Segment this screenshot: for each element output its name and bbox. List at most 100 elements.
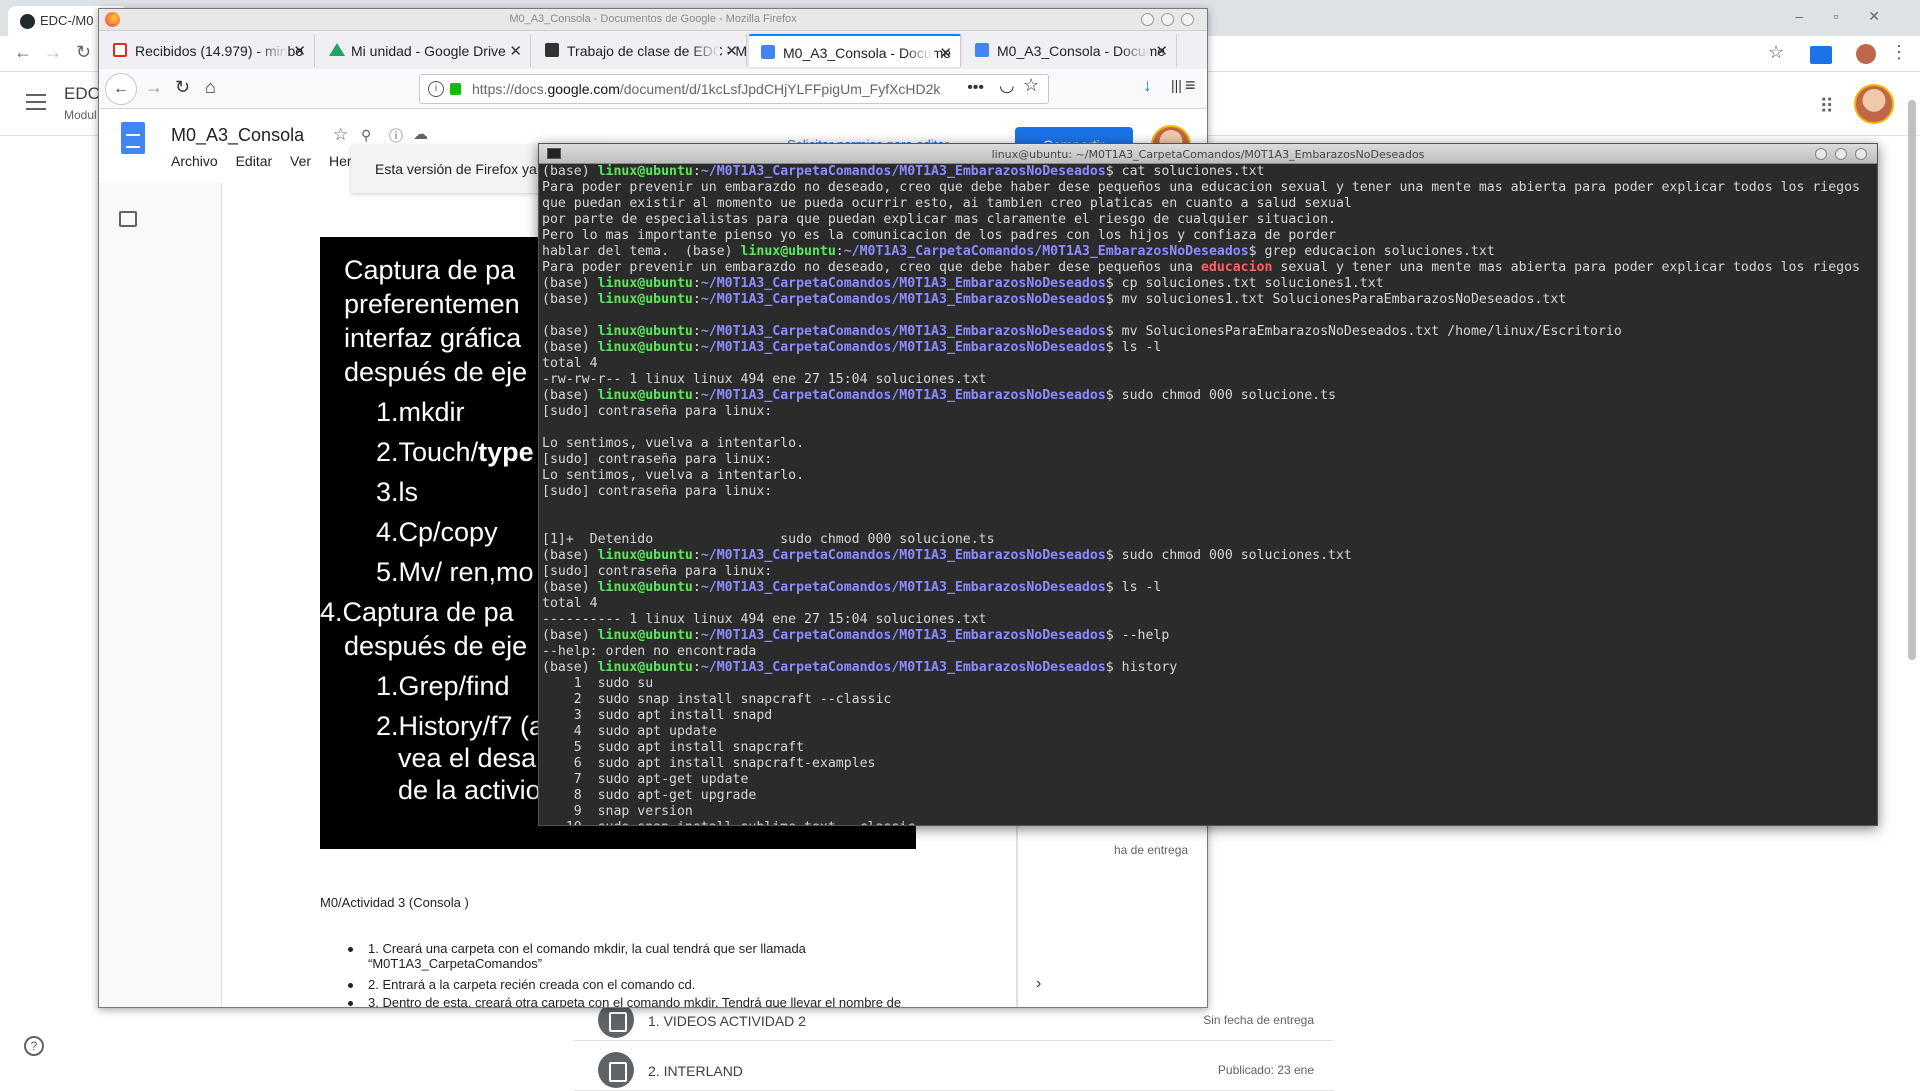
prompt-path: ~/M0T1A3_CarpetaComandos/M0T1A3_Embarazo… xyxy=(700,164,1106,179)
slide-text: 2.Touch/ xyxy=(376,437,479,467)
info-icon[interactable]: i xyxy=(428,81,444,97)
slide-text: Captura de pa xyxy=(344,255,516,285)
background-window-controls[interactable]: –▫✕ xyxy=(1796,8,1910,25)
back-arrow-icon[interactable]: ← xyxy=(14,42,32,63)
bookmark-star-icon[interactable]: ☆ xyxy=(1768,42,1784,63)
download-icon[interactable]: ↓ xyxy=(1143,75,1152,96)
minimize-icon[interactable] xyxy=(1141,13,1154,26)
terminal-line: Para poder prevenir un embarazdo no dese… xyxy=(542,260,1877,276)
tab-fade xyxy=(690,34,720,67)
tab-gmail[interactable]: Recibidos (14.979) - minbo ✕ xyxy=(101,34,315,67)
terminal-title-bar[interactable]: linux@ubuntu: ~/M0T1A3_CarpetaComandos/M… xyxy=(539,144,1877,164)
terminal-output[interactable]: (base) linux@ubuntu:~/M0T1A3_CarpetaComa… xyxy=(541,164,1877,825)
reload-icon[interactable]: ↻ xyxy=(76,42,91,63)
close-tab-icon[interactable]: ✕ xyxy=(1155,42,1168,60)
maximize-icon[interactable] xyxy=(1161,13,1174,26)
prompt-sep: : xyxy=(692,276,701,291)
back-arrow-icon[interactable]: ← xyxy=(105,73,137,105)
terminal-line: [1]+ Detenido sudo chmod 000 solucione.t… xyxy=(542,532,1877,548)
close-tab-icon[interactable]: ✕ xyxy=(509,42,522,60)
reload-icon[interactable]: ↻ xyxy=(175,77,190,98)
terminal-line: (base) linux@ubuntu:~/M0T1A3_CarpetaComa… xyxy=(542,548,1877,564)
info-icon[interactable]: ⓘ xyxy=(389,126,403,146)
classwork-due: Sin fecha de entrega xyxy=(1203,1013,1314,1027)
close-tab-icon[interactable]: ✕ xyxy=(293,42,306,60)
forward-arrow-icon[interactable]: → xyxy=(44,42,62,63)
close-icon[interactable] xyxy=(1181,13,1194,26)
classroom-icon xyxy=(545,43,559,57)
terminal-command: grep educacion soluciones.txt xyxy=(1264,244,1495,259)
tab-docs-active[interactable]: M0_A3_Consola - Docume ✕ xyxy=(749,34,961,67)
tab-drive[interactable]: Mi unidad - Google Drive ✕ xyxy=(317,34,531,67)
close-tab-icon[interactable]: ✕ xyxy=(939,44,952,62)
list-item: 3. Dentro de esta, creará otra carpeta c… xyxy=(348,995,928,1007)
library-icon[interactable]: ||| xyxy=(1171,77,1182,93)
help-icon[interactable]: ? xyxy=(24,1036,44,1056)
firefox-title-bar[interactable]: M0_A3_Consola - Documentos de Google - M… xyxy=(99,9,1207,31)
minimize-icon[interactable] xyxy=(1815,148,1827,160)
tab-label: Mi unidad - Google Drive xyxy=(351,43,506,59)
scrollbar[interactable] xyxy=(1908,100,1916,660)
prompt-user: linux@ubuntu xyxy=(740,244,836,259)
terminal-line: [sudo] contraseña para linux: xyxy=(542,452,1877,468)
page-actions-icon[interactable]: ••• xyxy=(967,79,984,97)
window-title: M0_A3_Consola - Documentos de Google - M… xyxy=(509,13,797,25)
terminal-output-text: total 4 xyxy=(542,356,598,371)
classwork-row[interactable]: 2. INTERLAND Publicado: 23 ene xyxy=(574,1041,1334,1091)
terminal-command: ls -l xyxy=(1121,340,1162,355)
terminal-line: 2 sudo snap install snapcraft --classic xyxy=(542,692,1877,708)
pocket-icon[interactable]: ◡ xyxy=(999,75,1015,96)
slide-text: vea el desa xyxy=(398,743,537,773)
forward-arrow-icon[interactable]: → xyxy=(145,77,163,98)
tab-docs[interactable]: M0_A3_Consola - Docume ✕ xyxy=(963,34,1177,67)
menu-item-editar[interactable]: Editar xyxy=(236,153,273,169)
prompt-path: ~/M0T1A3_CarpetaComandos/M0T1A3_Embarazo… xyxy=(700,324,1106,339)
profile-avatar-icon[interactable] xyxy=(1856,44,1876,64)
assignment-icon xyxy=(598,1052,634,1088)
menu-icon[interactable]: ≡ xyxy=(1185,75,1196,96)
terminal-command: sudo chmod 000 solucione.ts xyxy=(1121,388,1336,403)
terminal-output-text: Para poder prevenir un embarazdo no dese… xyxy=(542,180,1860,195)
home-icon[interactable]: ⌂ xyxy=(205,77,216,98)
classwork-due: Publicado: 23 ene xyxy=(1217,1063,1314,1077)
terminal-output-text: 6 sudo apt install snapcraft-examples xyxy=(542,756,876,771)
move-icon[interactable]: ⚲ xyxy=(361,127,371,144)
docs-logo-icon[interactable] xyxy=(121,122,145,154)
menu-item-ver[interactable]: Ver xyxy=(290,153,311,169)
github-icon xyxy=(20,14,35,29)
chrome-menu-icon[interactable]: ⋮ xyxy=(1890,42,1908,63)
prompt-sep: : xyxy=(692,340,701,355)
docs-icon xyxy=(975,43,989,57)
google-apps-icon[interactable]: ⠿ xyxy=(1819,94,1834,119)
prompt-path: ~/M0T1A3_CarpetaComandos/M0T1A3_Embarazo… xyxy=(700,292,1106,307)
terminal-output-text: 9 snap version xyxy=(542,804,693,819)
close-tab-icon[interactable]: ✕ xyxy=(725,42,738,60)
close-icon[interactable] xyxy=(1855,148,1867,160)
course-name[interactable]: EDC xyxy=(64,84,100,104)
document-title[interactable]: M0_A3_Consola xyxy=(171,125,304,146)
terminal-line: (base) linux@ubuntu:~/M0T1A3_CarpetaComa… xyxy=(542,660,1877,676)
chevron-right-icon[interactable]: › xyxy=(1036,975,1041,993)
terminal-output-text: [sudo] contraseña para linux: xyxy=(542,404,773,419)
hamburger-menu-icon[interactable] xyxy=(26,94,46,110)
tab-classroom[interactable]: Trabajo de clase de EDC - M ✕ xyxy=(533,34,747,67)
slide-text: 4.Cp/copy xyxy=(376,517,498,547)
extension-icon[interactable] xyxy=(1810,46,1832,64)
terminal-command: cp soluciones.txt soluciones1.txt xyxy=(1121,276,1384,291)
bookmark-star-icon[interactable]: ☆ xyxy=(1023,75,1039,96)
terminal-line: 5 sudo apt install snapcraft xyxy=(542,740,1877,756)
tab-label: Trabajo de clase de EDC - M xyxy=(567,43,747,59)
maximize-icon[interactable] xyxy=(1835,148,1847,160)
url-bar[interactable]: i https://docs.google.com/document/d/1kc… xyxy=(419,74,1049,104)
terminal-command: history xyxy=(1121,660,1178,675)
prompt-dollar: $ xyxy=(1105,628,1122,643)
star-icon[interactable]: ☆ xyxy=(333,125,348,145)
background-tab-label: EDC-/M0 xyxy=(40,13,94,28)
url-path: /document/d/1kcLsfJpdCHjYLFFpigUm_FyfXcH… xyxy=(619,81,941,97)
prompt-path: ~/M0T1A3_CarpetaComandos/M0T1A3_Embarazo… xyxy=(700,276,1106,291)
menu-item-archivo[interactable]: Archivo xyxy=(171,153,218,169)
outline-icon[interactable] xyxy=(119,211,137,227)
avatar[interactable] xyxy=(1854,84,1894,124)
